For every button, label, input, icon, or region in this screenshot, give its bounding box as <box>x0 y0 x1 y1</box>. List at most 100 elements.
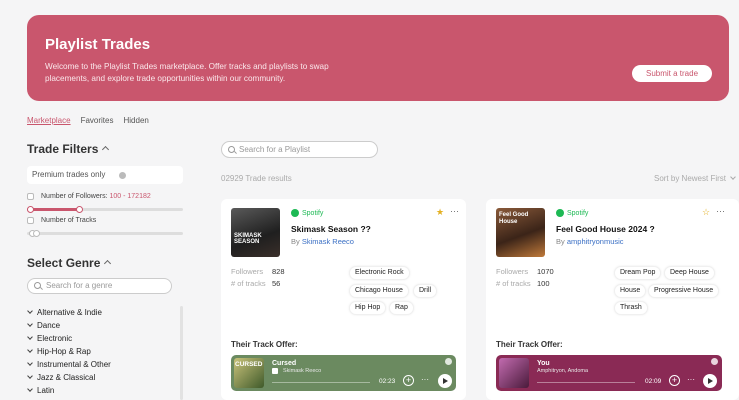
hero-banner: Playlist Trades Welcome to the Playlist … <box>27 15 729 101</box>
tracks-checkbox[interactable] <box>27 217 34 224</box>
sort-dropdown[interactable]: Sort by Newest First <box>653 174 736 183</box>
track-thumbnail <box>499 358 529 388</box>
playlist-title[interactable]: Skimask Season ?? <box>291 224 371 234</box>
by-label: By <box>556 237 565 246</box>
followers-label: Followers <box>496 267 529 276</box>
playlist-cover: Feel Good House <box>496 208 545 257</box>
explicit-icon <box>272 368 278 374</box>
trade-filters-title: Trade Filters <box>27 142 99 156</box>
tracks-slider[interactable] <box>27 230 183 237</box>
genre-tag: Hip Hop <box>349 301 387 315</box>
genre-item-label: Dance <box>37 321 61 330</box>
favorite-star-icon[interactable]: ★ <box>436 207 444 218</box>
chevron-down-icon <box>27 334 33 340</box>
track-player: You Amphitryon, Andoma 02:09 + ··· <box>496 355 722 391</box>
genre-item-label: Electronic <box>37 334 73 343</box>
track-offer-label: Their Track Offer: <box>231 340 298 349</box>
genre-item[interactable]: Hip-Hop & Rap <box>27 345 177 358</box>
genre-tag: Deep House <box>664 266 715 280</box>
genre-tag: Chicago House <box>349 284 409 298</box>
followers-value: 1070 <box>537 267 554 276</box>
followers-value: 828 <box>272 267 285 276</box>
by-label: By <box>291 237 300 246</box>
owner-link[interactable]: amphitryonmusic <box>567 237 624 246</box>
genre-item[interactable]: Latin <box>27 384 177 397</box>
platform-label: Spotify <box>567 209 589 217</box>
playlist-search-input[interactable]: Search for a Playlist <box>221 141 378 158</box>
playlist-search-placeholder: Search for a Playlist <box>239 145 311 154</box>
trade-card[interactable]: Feel Good House Spotify ☆ ··· Feel Good … <box>486 199 739 400</box>
chevron-down-icon <box>27 321 33 327</box>
tracks-value: 56 <box>272 279 281 288</box>
track-thumbnail: CURSED <box>234 358 264 388</box>
submit-trade-button[interactable]: Submit a trade <box>632 65 712 82</box>
toggle-knob[interactable] <box>119 172 126 179</box>
genre-list: Alternative & Indie Dance Electronic Hip… <box>27 306 177 397</box>
genre-tag: Dream Pop <box>614 266 662 280</box>
genre-scrollbar[interactable] <box>180 306 183 400</box>
followers-slider-fill <box>27 208 80 211</box>
platform-badge: Spotify <box>291 209 323 217</box>
sort-label: Sort by Newest First <box>653 174 726 183</box>
chevron-up-icon <box>104 259 112 268</box>
slider-min-handle[interactable] <box>27 206 34 213</box>
tab-hidden[interactable]: Hidden <box>123 116 148 125</box>
track-time: 02:09 <box>645 378 662 385</box>
chevron-down-icon <box>27 360 33 366</box>
genre-item-label: Hip-Hop & Rap <box>37 347 91 356</box>
tab-bar: Marketplace Favorites Hidden <box>27 116 149 125</box>
genre-tag: Rap <box>389 301 414 315</box>
track-name: Cursed <box>272 360 297 367</box>
genre-item[interactable]: Electronic <box>27 332 177 345</box>
spotify-icon <box>711 358 718 365</box>
track-more-icon[interactable]: ··· <box>687 375 695 384</box>
track-offer-label: Their Track Offer: <box>496 340 563 349</box>
cover-text: Feel Good House <box>499 212 529 225</box>
select-genre-heading[interactable]: Select Genre <box>27 256 112 270</box>
favorite-star-icon[interactable]: ☆ <box>702 207 710 218</box>
genre-search-input[interactable]: Search for a genre <box>27 278 172 294</box>
genre-item[interactable]: Jazz & Classical <box>27 371 177 384</box>
platform-badge: Spotify <box>556 209 588 217</box>
genre-tag: Electronic Rock <box>349 266 410 280</box>
genre-item[interactable]: Alternative & Indie <box>27 306 177 319</box>
chevron-down-icon <box>27 308 33 314</box>
genre-item-label: Instrumental & Other <box>37 360 111 369</box>
thumbnail-text: CURSED <box>235 361 263 368</box>
tracks-label: # of tracks <box>231 279 266 288</box>
trade-filters-heading[interactable]: Trade Filters <box>27 142 110 156</box>
followers-slider[interactable] <box>27 206 183 213</box>
chevron-down-icon <box>27 373 33 379</box>
genre-item[interactable]: Instrumental & Other <box>27 358 177 371</box>
page-title: Playlist Trades <box>45 36 151 53</box>
play-button[interactable] <box>438 374 452 388</box>
spotify-icon <box>291 209 299 217</box>
tab-favorites[interactable]: Favorites <box>81 116 114 125</box>
genre-item-label: Jazz & Classical <box>37 373 96 382</box>
select-genre-title: Select Genre <box>27 256 101 270</box>
slider-max-handle[interactable] <box>76 206 83 213</box>
more-options-icon[interactable]: ··· <box>450 206 459 216</box>
genre-item[interactable]: Dance <box>27 319 177 332</box>
playlist-title[interactable]: Feel Good House 2024 ? <box>556 224 655 234</box>
followers-checkbox[interactable] <box>27 193 34 200</box>
premium-label: Premium trades only <box>32 170 106 179</box>
play-button[interactable] <box>703 374 717 388</box>
track-progress[interactable] <box>537 382 635 383</box>
more-options-icon[interactable]: ··· <box>716 206 725 216</box>
trade-card[interactable]: SKIMASK SEASON Spotify ★ ··· Skimask Sea… <box>221 199 466 400</box>
track-progress[interactable] <box>272 382 370 383</box>
owner-link[interactable]: Skimask Reeco <box>302 237 354 246</box>
followers-filter-label: Number of Followers: 100 - 172182 <box>41 193 151 200</box>
premium-trades-toggle[interactable]: Premium trades only <box>27 166 183 184</box>
add-track-icon[interactable]: + <box>669 375 680 386</box>
results-count: 02929 Trade results <box>221 174 292 183</box>
slider-max-handle[interactable] <box>33 230 40 237</box>
tab-marketplace[interactable]: Marketplace <box>27 116 71 125</box>
track-more-icon[interactable]: ··· <box>421 375 429 384</box>
tracks-filter-label: Number of Tracks <box>41 217 97 224</box>
genre-tag: Thrash <box>614 301 648 315</box>
add-track-icon[interactable]: + <box>403 375 414 386</box>
playlist-owner: By amphitryonmusic <box>556 237 624 246</box>
playlist-cover: SKIMASK SEASON <box>231 208 280 257</box>
